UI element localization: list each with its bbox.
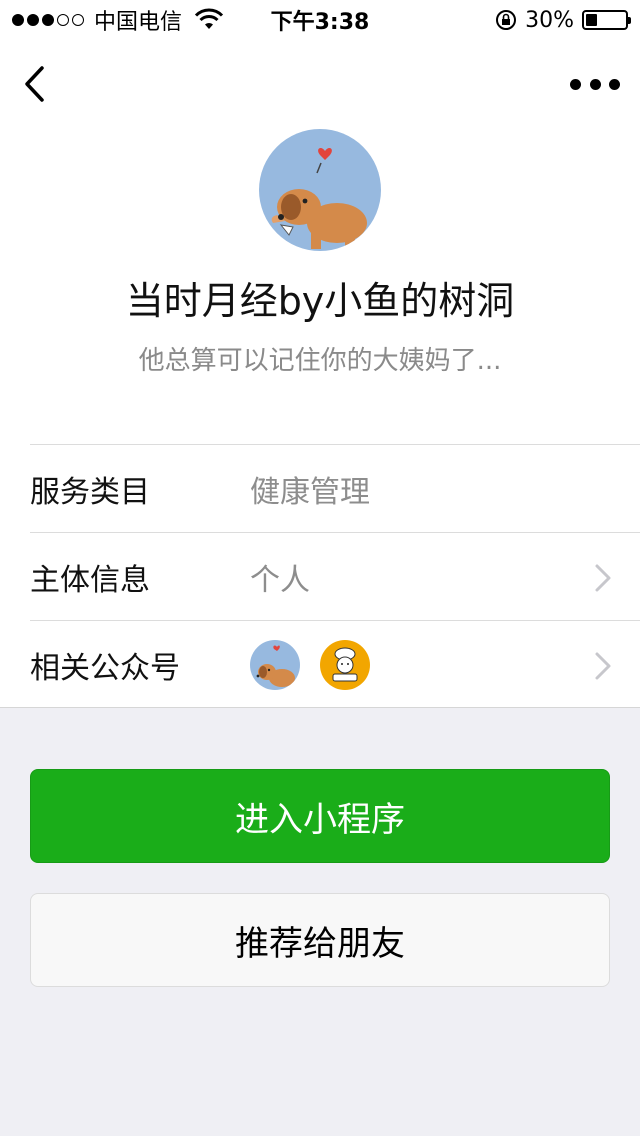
info-value: 个人 <box>250 562 310 598</box>
recommend-to-friend-button[interactable]: 推荐给朋友 <box>30 893 610 987</box>
battery-level <box>586 14 598 26</box>
chevron-right-icon <box>595 652 611 680</box>
info-list: 服务类目 健康管理 主体信息 个人 相关公众号 <box>0 444 640 708</box>
back-button[interactable] <box>14 60 54 108</box>
action-area: 进入小程序 推荐给朋友 <box>0 707 640 1136</box>
info-label: 相关公众号 <box>30 650 180 686</box>
chevron-right-icon <box>595 564 611 592</box>
info-row-entity[interactable]: 主体信息 个人 <box>30 532 640 620</box>
miniprogram-name: 当时月经by小鱼的树洞 <box>125 279 515 323</box>
info-row-service-category: 服务类目 健康管理 <box>30 444 640 532</box>
battery-icon <box>582 10 631 30</box>
chef-avatar-icon <box>320 639 370 690</box>
related-account-avatar[interactable] <box>320 639 370 690</box>
dog-avatar-icon <box>259 129 381 251</box>
battery-percent: 30% <box>525 7 574 33</box>
info-label: 主体信息 <box>30 562 150 598</box>
more-dots-icon <box>570 78 581 90</box>
info-value: 健康管理 <box>250 474 370 510</box>
dog-avatar-icon <box>250 639 300 690</box>
chevron-left-icon <box>25 66 44 102</box>
miniprogram-avatar <box>259 129 381 251</box>
miniprogram-description: 他总算可以记住你的大姨妈了... <box>138 346 502 376</box>
navigation-bar <box>0 40 640 128</box>
info-row-related-accounts[interactable]: 相关公众号 <box>30 620 640 708</box>
enter-miniprogram-button[interactable]: 进入小程序 <box>30 769 610 863</box>
info-label: 服务类目 <box>30 474 150 510</box>
more-button[interactable] <box>570 70 620 98</box>
status-right: 30% <box>495 6 631 34</box>
status-bar: 中国电信 下午3:38 30% <box>0 0 640 40</box>
rotation-lock-icon <box>496 10 517 30</box>
related-account-avatar[interactable] <box>250 639 300 690</box>
related-accounts <box>250 639 370 690</box>
